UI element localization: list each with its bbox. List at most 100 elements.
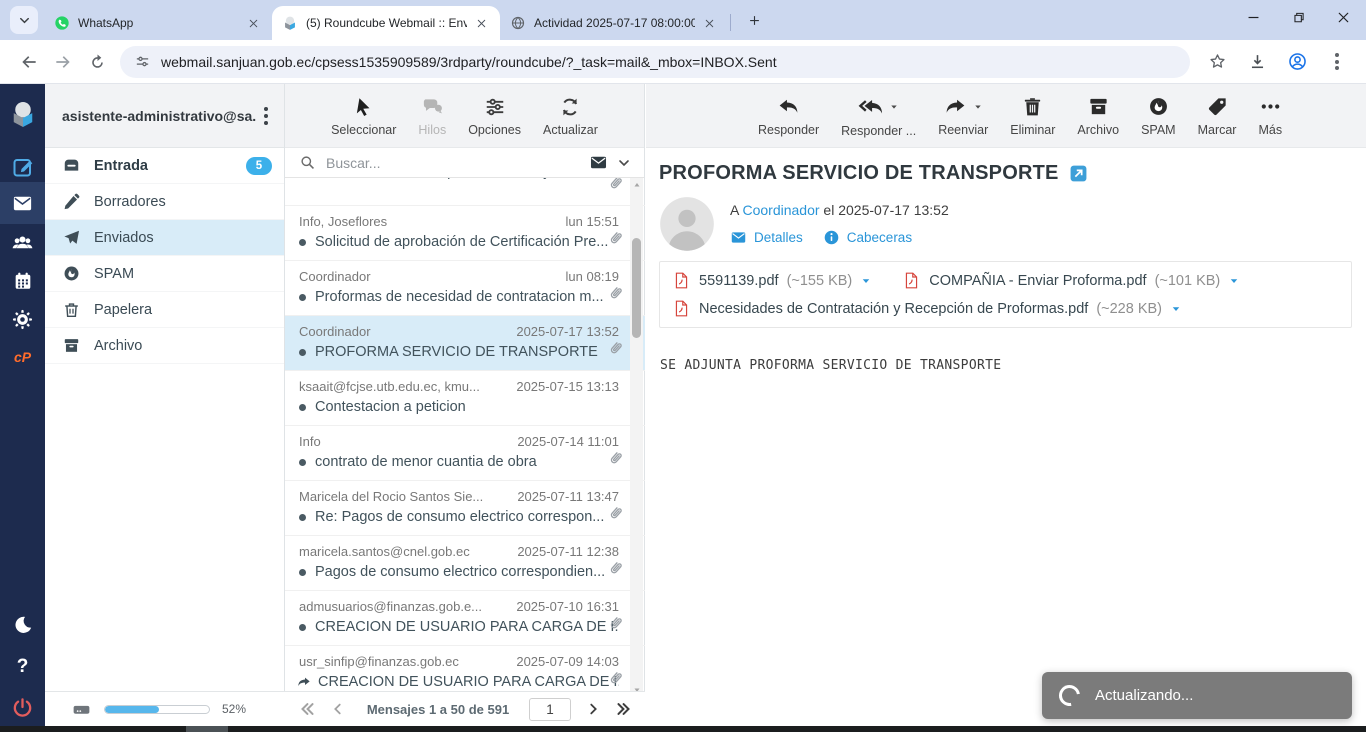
next-page-button[interactable] — [583, 700, 602, 719]
spam-button[interactable]: SPAM — [1141, 95, 1176, 137]
headers-toggle[interactable]: Cabeceras — [823, 229, 912, 246]
sidebar-item-entrada[interactable]: Entrada 5 — [45, 148, 284, 184]
attachments-box: 5591139.pdf (~155 KB) COMPAÑIA - Enviar … — [659, 261, 1352, 328]
attachment-icon — [606, 504, 625, 523]
tab-close-icon[interactable] — [245, 15, 262, 32]
sidebar-item-enviados[interactable]: Enviados — [45, 220, 284, 256]
attachment-item[interactable]: COMPAÑIA - Enviar Proforma.pdf (~101 KB) — [902, 271, 1240, 290]
message-row[interactable]: Info, Josefloreslun 15:51 Solicitud de a… — [285, 206, 645, 261]
account-menu-button[interactable] — [256, 105, 276, 127]
last-page-button[interactable] — [614, 700, 633, 719]
message-date: 2025-07-11 13:47 — [517, 489, 619, 504]
tab-actividad[interactable]: Actividad 2025-07-17 08:00:00 — [500, 6, 728, 40]
tab-close-icon[interactable] — [473, 15, 490, 32]
tag-icon — [1206, 95, 1229, 118]
reply-all-button[interactable]: Responder ... — [841, 94, 916, 138]
tab-whatsapp[interactable]: WhatsApp — [44, 6, 272, 40]
roundcube-logo — [0, 92, 45, 136]
message-row[interactable]: Maricela del Rocio Santos Sie... 2025-07-… — [285, 481, 645, 536]
browser-menu-button[interactable] — [1320, 45, 1354, 79]
minimize-button[interactable] — [1231, 0, 1276, 34]
page-number-input[interactable] — [529, 698, 571, 721]
reload-button[interactable] — [80, 45, 114, 79]
forward-button[interactable] — [46, 45, 80, 79]
attachment-item[interactable]: 5591139.pdf (~155 KB) — [672, 271, 872, 290]
message-sender: Maricela del Rocio Santos Sie... — [299, 489, 483, 504]
sidebar-item-archivo[interactable]: Archivo — [45, 328, 284, 364]
sliders-icon — [484, 96, 506, 118]
restore-button[interactable] — [1276, 0, 1321, 34]
sidebar-item-borradores[interactable]: Borradores — [45, 184, 284, 220]
tab-search-button[interactable] — [10, 6, 38, 34]
unread-dot — [299, 459, 306, 466]
profile-button[interactable] — [1280, 45, 1314, 79]
open-in-new-window-icon[interactable] — [1069, 164, 1088, 183]
recipient-link[interactable]: Coordinador — [742, 202, 819, 218]
sidebar-item-spam[interactable]: SPAM — [45, 256, 284, 292]
attachment-menu-caret-icon[interactable] — [1228, 275, 1240, 287]
search-input[interactable] — [324, 154, 581, 172]
tab-close-icon[interactable] — [701, 15, 718, 32]
threads-button[interactable]: Hilos — [418, 95, 446, 137]
message-row[interactable]: usr_sinfip@finanzas.gob.ec2025-07-09 14:… — [285, 646, 645, 697]
url-bar[interactable]: webmail.sanjuan.gob.ec/cpsess1535909589/… — [120, 46, 1190, 78]
quota-indicator: 52% — [45, 691, 285, 726]
message-row[interactable]: admusuarios@finanzas.gob.e...2025-07-10 … — [285, 591, 645, 646]
prev-page-button[interactable] — [328, 700, 347, 719]
tab-roundcube[interactable]: (5) Roundcube Webmail :: Envia — [272, 6, 500, 40]
unread-dot — [299, 569, 306, 576]
envelope-icon — [730, 229, 747, 246]
sidebar-item-papelera[interactable]: Papelera — [45, 292, 284, 328]
kebab-menu-icon — [1327, 51, 1347, 73]
logout-button[interactable] — [0, 688, 45, 726]
help-button[interactable]: ? — [0, 648, 45, 686]
scroll-up-icon[interactable] — [630, 178, 643, 192]
delete-button[interactable]: Eliminar — [1010, 95, 1055, 137]
dark-mode-button[interactable] — [0, 606, 45, 644]
mail-nav-button[interactable] — [0, 182, 45, 224]
attachment-item[interactable]: Necesidades de Contratación y Recepción … — [672, 299, 1182, 318]
dropdown-caret-icon[interactable] — [889, 102, 899, 112]
folder-label: SPAM — [94, 266, 134, 282]
more-button[interactable]: Más — [1258, 95, 1282, 137]
message-row[interactable]: maricela.santos@cnel.gob.ec2025-07-11 12… — [285, 536, 645, 591]
cpanel-nav-button[interactable]: cP — [0, 338, 45, 376]
search-options-chevron-icon[interactable] — [616, 155, 632, 171]
details-toggle[interactable]: Detalles — [730, 229, 803, 246]
attachment-icon — [606, 229, 625, 248]
compose-button[interactable] — [0, 148, 45, 186]
refresh-button[interactable]: Actualizar — [543, 95, 598, 137]
select-button[interactable]: Seleccionar — [331, 95, 396, 137]
message-sender: usr_sinfip@finanzas.gob.ec — [299, 654, 459, 669]
calendar-nav-button[interactable] — [0, 262, 45, 300]
search-scope-mail-icon[interactable] — [589, 153, 608, 172]
contacts-nav-button[interactable] — [0, 224, 45, 262]
message-row-selected[interactable]: Coordinador2025-07-17 13:52 PROFORMA SER… — [285, 316, 645, 371]
message-row[interactable]: Coordinadorlun 08:19 Proformas de necesi… — [285, 261, 645, 316]
reply-button[interactable]: Responder — [758, 95, 819, 137]
options-button[interactable]: Opciones — [468, 95, 521, 137]
list-scrollbar[interactable] — [630, 178, 643, 697]
mark-button[interactable]: Marcar — [1198, 95, 1237, 137]
address-bar: webmail.sanjuan.gob.ec/cpsess1535909589/… — [0, 40, 1366, 84]
bookmark-button[interactable] — [1200, 45, 1234, 79]
close-button[interactable] — [1321, 0, 1366, 34]
message-sender: Info — [299, 434, 321, 449]
message-row[interactable]: APROBACION fase precontractual y autoriz… — [285, 178, 645, 206]
settings-nav-button[interactable] — [0, 300, 45, 338]
attachment-menu-caret-icon[interactable] — [860, 275, 872, 287]
new-tab-button[interactable] — [741, 7, 767, 33]
downloads-button[interactable] — [1240, 45, 1274, 79]
calendar-icon — [12, 270, 34, 292]
first-page-button[interactable] — [297, 700, 316, 719]
message-row[interactable]: Info2025-07-14 11:01 contrato de menor c… — [285, 426, 645, 481]
back-button[interactable] — [12, 45, 46, 79]
scrollbar-thumb[interactable] — [632, 238, 641, 338]
app-rail: cP ? — [0, 84, 45, 732]
attachment-menu-caret-icon[interactable] — [1170, 303, 1182, 315]
message-row[interactable]: ksaait@fcjse.utb.edu.ec, kmu...2025-07-1… — [285, 371, 645, 426]
dropdown-caret-icon[interactable] — [973, 102, 983, 112]
archive-button[interactable]: Archivo — [1077, 95, 1119, 137]
attachment-icon — [606, 669, 625, 688]
forward-button[interactable]: Reenviar — [938, 94, 988, 137]
